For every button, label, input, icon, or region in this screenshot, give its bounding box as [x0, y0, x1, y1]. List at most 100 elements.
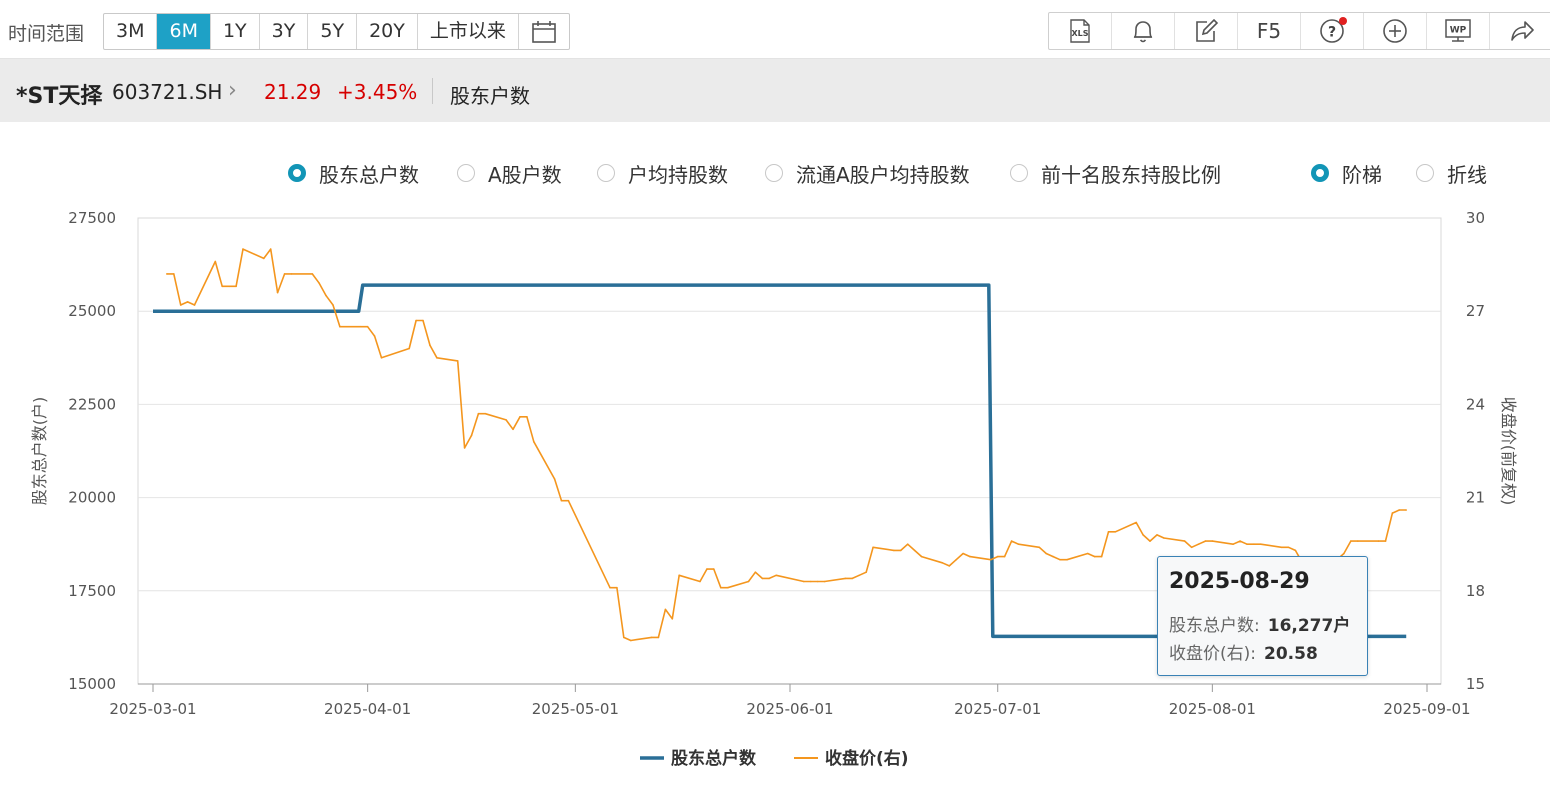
chart-legend: 股东总户数 收盘价(右) [640, 748, 909, 769]
price-point [996, 555, 999, 558]
price-point [193, 304, 196, 306]
price-point [228, 285, 230, 288]
price-point [1211, 540, 1214, 542]
price-point [1142, 534, 1144, 536]
price-point [906, 543, 909, 545]
price-point [380, 357, 383, 359]
price-point [1287, 546, 1290, 549]
y-tick-label-right: 30 [1466, 209, 1485, 227]
y-tick-label-right: 24 [1466, 395, 1485, 413]
price-point [810, 580, 812, 583]
price-point [941, 562, 944, 564]
price-point [1405, 509, 1407, 511]
price-point [1183, 540, 1186, 542]
price-point [1204, 540, 1207, 542]
price-point [359, 325, 362, 328]
price-point [1149, 540, 1151, 542]
price-point [1156, 534, 1158, 536]
price-point [463, 447, 466, 449]
price-point [851, 577, 854, 580]
price-point [872, 546, 874, 549]
price-point [186, 301, 189, 303]
price-point [436, 357, 438, 359]
y-axis-label-left: 股东总户数(户) [30, 397, 49, 506]
price-point [553, 478, 556, 480]
price-point [283, 273, 286, 275]
chart[interactable]: 27500 25000 22500 20000 17500 15000 30 27 24 21 18… [0, 0, 1550, 802]
price-point [706, 568, 708, 570]
price-point [1038, 546, 1041, 549]
price-point [865, 571, 867, 573]
price-point [962, 552, 964, 555]
price-point [858, 574, 860, 577]
price-point [290, 273, 293, 275]
x-tick-label: 2025-03-01 [109, 700, 196, 718]
price-point [1093, 555, 1096, 558]
price-point [948, 565, 951, 567]
x-tick-label: 2025-06-01 [746, 700, 833, 718]
price-point [1239, 540, 1241, 542]
price-point [1253, 543, 1255, 545]
price-point [1398, 509, 1401, 511]
price-point [1377, 540, 1380, 542]
price-point [1246, 543, 1248, 545]
price-point [242, 248, 244, 250]
price-point [1086, 552, 1089, 555]
x-tick-label: 2025-05-01 [532, 700, 619, 718]
price-point [235, 285, 237, 288]
price-point [325, 294, 327, 297]
y-tick-label-right: 21 [1466, 489, 1485, 507]
price-point [699, 580, 701, 583]
price-point [332, 304, 334, 306]
price-point [519, 416, 521, 418]
price-point [214, 260, 217, 263]
price-point [276, 291, 279, 294]
x-tick-label: 2025-04-01 [324, 700, 411, 718]
price-point [1350, 540, 1352, 542]
tooltip-holders-row: 股东总户数: 16,277户 [1169, 611, 1350, 636]
chart-tooltip: 2025-08-29 股东总户数: 16,277户 收盘价(右): 20.58 [1157, 556, 1368, 676]
price-point [1017, 543, 1020, 545]
price-point [616, 586, 618, 589]
price-point [671, 618, 674, 620]
price-point [754, 571, 757, 573]
price-point [1107, 531, 1110, 533]
price-point [560, 499, 563, 502]
price-point [505, 419, 507, 421]
price-point [664, 608, 667, 611]
price-point [269, 248, 272, 250]
price-point [893, 549, 895, 552]
price-point [422, 319, 424, 322]
y-tick-label-left: 25000 [68, 302, 116, 320]
price-point [1059, 558, 1061, 561]
y-tick-label-right: 18 [1466, 582, 1485, 600]
y-axis-label-right: 收盘价(前复权) [1499, 397, 1518, 506]
price-point [726, 586, 729, 589]
price-point [720, 586, 722, 589]
legend-holders-label: 股东总户数 [671, 748, 757, 769]
price-point [366, 325, 369, 328]
price-point [657, 636, 660, 639]
price-point [263, 257, 265, 260]
price-point [775, 574, 777, 577]
price-point [1197, 543, 1200, 545]
tooltip-price-value: 20.58 [1264, 644, 1318, 664]
price-point [221, 285, 223, 288]
price-point [913, 549, 916, 552]
tooltip-holders-value: 16,277户 [1267, 616, 1351, 636]
price-point [166, 273, 168, 275]
price-point [1003, 555, 1006, 558]
price-point [373, 335, 376, 337]
tooltip-holders-label: 股东总户数: [1169, 616, 1260, 636]
price-point [470, 434, 473, 437]
price-point [1052, 555, 1054, 558]
price-point [1391, 512, 1394, 514]
price-point [415, 319, 417, 322]
price-point [1135, 521, 1137, 524]
price-point [311, 273, 314, 275]
price-point [1010, 540, 1013, 542]
price-point [484, 412, 487, 415]
price-point [623, 636, 625, 639]
x-tick-label: 2025-07-01 [954, 700, 1041, 718]
price-point [1357, 540, 1359, 542]
